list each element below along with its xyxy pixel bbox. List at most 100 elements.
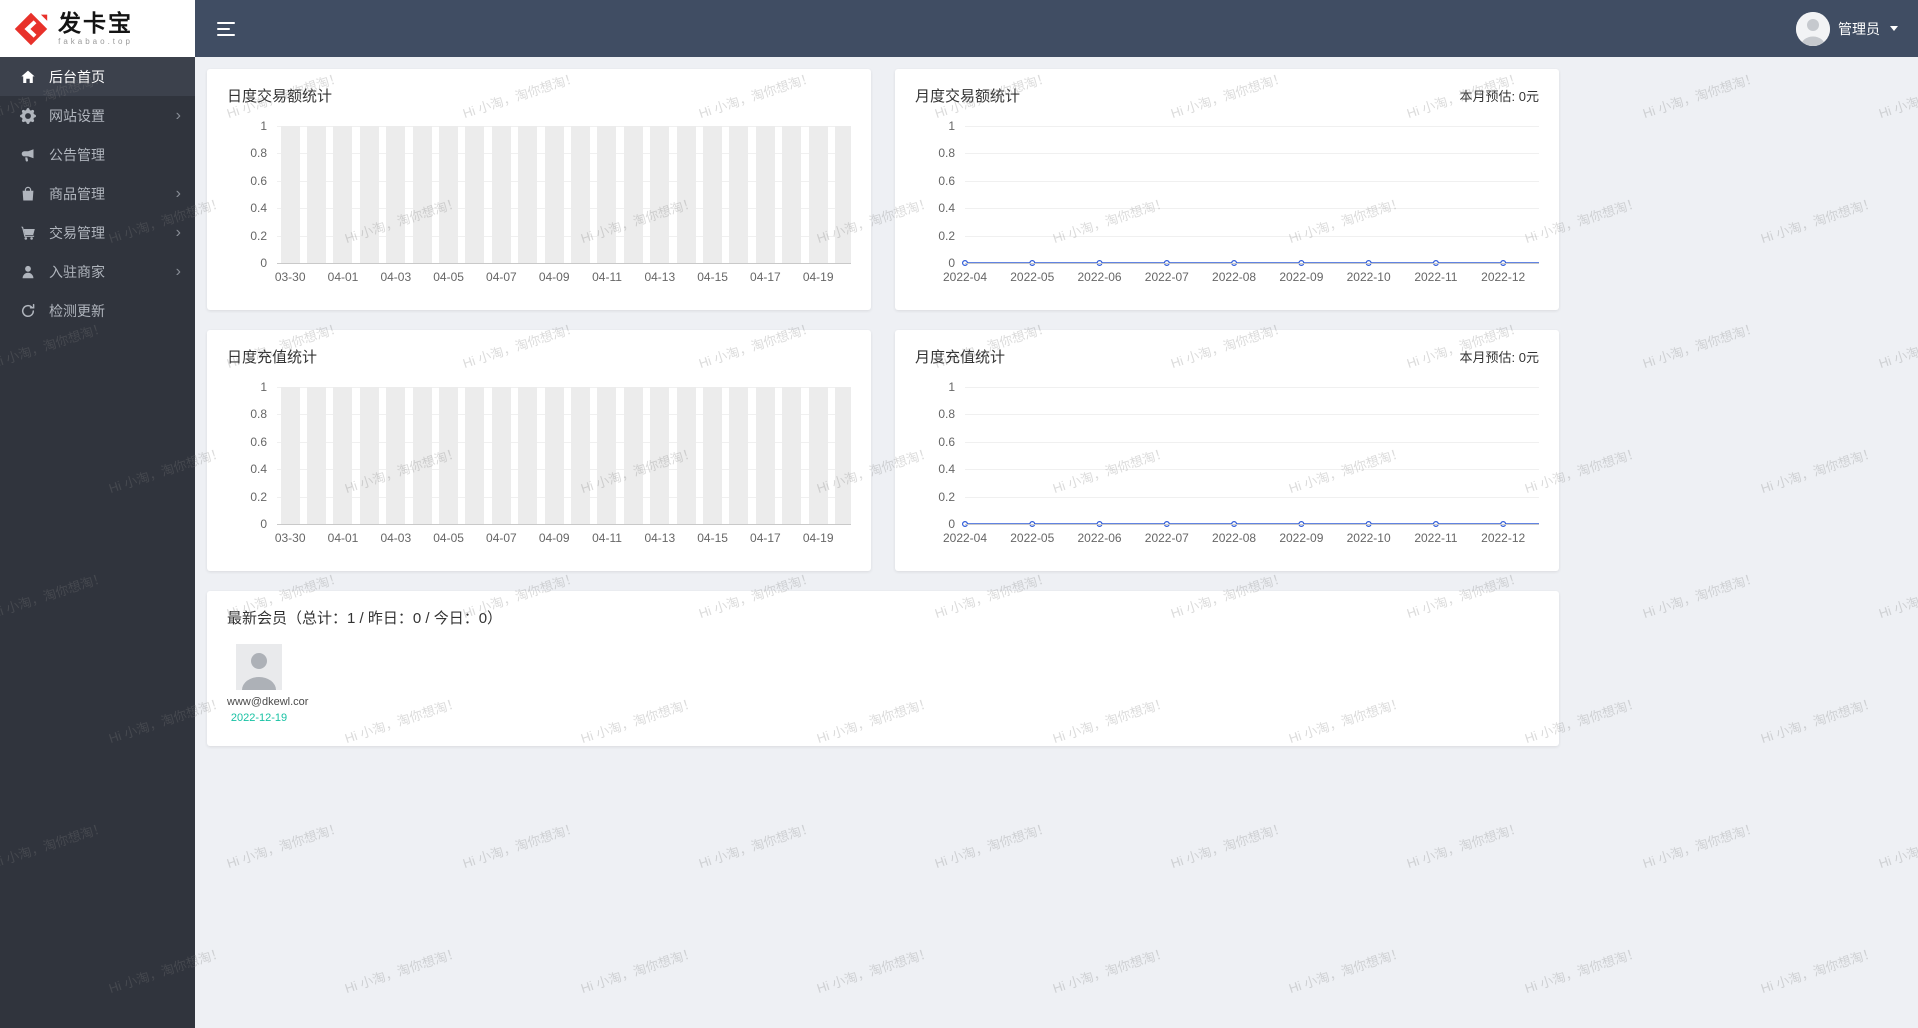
chart-title: 日度交易额统计: [227, 88, 333, 105]
latest-members-card: 最新会员（总计：1 / 昨日：0 / 今日：0） www@dkewl.cor 2…: [207, 591, 1559, 746]
user-menu[interactable]: 管理员: [1796, 11, 1898, 46]
app-logo[interactable]: 发卡宝 fakabao.top: [0, 0, 195, 57]
x-axis-tick-label: 04-01: [327, 531, 359, 545]
bar: [518, 126, 538, 263]
bar: [597, 126, 617, 263]
bar: [280, 126, 300, 263]
sidebar-item-merchant[interactable]: 入驻商家 ›: [0, 252, 195, 291]
sidebar: 发卡宝 fakabao.top 后台首页 网站设置 › 公告管理 商品管理 › 交易管理 › 入…: [0, 0, 195, 1028]
daily-recharge-card: 日度充值统计 0 0.2 0.4 0.6 0.8 1 03-30 04-01 04-03 04-0…: [207, 330, 871, 571]
x-axis-tick-label: 04-05: [433, 531, 464, 545]
member-name: www@dkewl.cor: [227, 696, 309, 708]
bar: [571, 387, 591, 524]
user-avatar: [1796, 11, 1830, 46]
caret-down-icon: [1890, 26, 1898, 31]
y-axis-tick-label: 1: [260, 380, 267, 394]
x-axis-tick-label: 03-30: [274, 270, 306, 284]
x-axis-tick-label: 04-05: [433, 270, 464, 284]
member-join-date[interactable]: 2022-12-19: [227, 712, 291, 724]
sidebar-item-label: 交易管理: [49, 224, 105, 241]
bar: [782, 126, 802, 263]
bar: [755, 126, 775, 263]
y-axis-tick-label: 0.4: [250, 201, 267, 216]
x-axis-tick-label: 04-17: [750, 270, 781, 284]
bar: [703, 126, 723, 263]
sidebar-item-site-settings[interactable]: 网站设置 ›: [0, 96, 195, 135]
x-axis-tick-label: 04-01: [327, 270, 359, 284]
sidebar-nav: 后台首页 网站设置 › 公告管理 商品管理 › 交易管理 › 入驻商家 › 检测更新: [0, 57, 195, 330]
bar: [544, 126, 564, 263]
bar: [835, 387, 851, 524]
logo-subtitle: fakabao.top: [58, 36, 133, 46]
bar: [650, 126, 670, 263]
bar: [782, 387, 802, 524]
chart-title: 月度交易额统计: [915, 88, 1021, 105]
bar: [755, 387, 775, 524]
sidebar-item-label: 公告管理: [49, 146, 105, 163]
x-axis-tick-label: 04-19: [802, 270, 834, 284]
bar: [729, 126, 749, 263]
bar: [386, 126, 406, 263]
x-axis-line: [277, 524, 851, 525]
bar: [359, 387, 379, 524]
chevron-right-icon: ›: [175, 106, 181, 124]
bar: [808, 387, 828, 524]
bar: [491, 387, 511, 524]
sidebar-item-goods[interactable]: 商品管理 ›: [0, 174, 195, 213]
monthly-recharge-card: 月度充值统计 本月预估: 0元 0 0.2 0.4 0.6 0.8 1 2022-04 202…: [895, 330, 1559, 571]
sidebar-item-trade[interactable]: 交易管理 ›: [0, 213, 195, 252]
x-axis-tick-label: 04-09: [538, 531, 570, 545]
logo-title: 发卡宝: [58, 9, 133, 36]
bar: [333, 126, 353, 263]
bar: [307, 126, 327, 263]
bar: [623, 387, 643, 524]
bar: [465, 126, 485, 263]
month-estimate-badge: 本月预估: 0元: [1459, 89, 1539, 104]
refresh-icon: [20, 303, 36, 319]
user-name: 管理员: [1838, 20, 1880, 37]
logo-mark: [14, 12, 48, 45]
chart-title: 月度充值统计: [915, 349, 1006, 366]
monthly-recharge-chart: 0 0.2 0.4 0.6 0.8 1 2022-04 2022-05 2022-06 2022-…: [915, 375, 1539, 550]
bar: [835, 126, 851, 263]
x-axis-tick-label: 04-11: [592, 270, 622, 284]
x-axis-tick-label: 04-03: [380, 270, 412, 284]
bag-icon: [20, 186, 36, 202]
bar: [465, 387, 485, 524]
y-axis-tick-label: 0.8: [250, 146, 267, 161]
chart-title: 日度充值统计: [227, 349, 318, 366]
x-axis-tick-label: 04-11: [592, 531, 622, 545]
bar: [439, 387, 459, 524]
y-axis-tick-label: 0: [260, 517, 267, 531]
sidebar-item-label: 检测更新: [49, 302, 105, 319]
bar: [544, 387, 564, 524]
y-axis-tick-label: 0.6: [250, 173, 267, 188]
x-axis-tick-label: 04-17: [750, 531, 781, 545]
x-axis-tick-label: 04-07: [486, 531, 517, 545]
chevron-right-icon: ›: [175, 223, 181, 241]
x-axis-line: [277, 263, 851, 264]
merchant-icon: [20, 264, 36, 280]
x-axis-tick-label: 04-13: [644, 531, 676, 545]
x-axis-line: [965, 263, 1539, 264]
menu-toggle-icon[interactable]: [217, 21, 235, 36]
bar: [439, 126, 459, 263]
bar: [703, 387, 723, 524]
chevron-right-icon: ›: [175, 184, 181, 202]
topbar: 管理员: [195, 0, 1918, 57]
y-axis-tick-label: 0.2: [250, 489, 267, 504]
sidebar-item-announcement[interactable]: 公告管理: [0, 135, 195, 174]
bar: [518, 387, 538, 524]
bar: [412, 126, 432, 263]
sidebar-item-update-check[interactable]: 检测更新: [0, 291, 195, 330]
sidebar-item-home[interactable]: 后台首页: [0, 57, 195, 96]
chevron-right-icon: ›: [175, 262, 181, 280]
daily-recharge-chart: 0 0.2 0.4 0.6 0.8 1 03-30 04-01 04-03 04-05 04-07 0…: [227, 375, 851, 550]
x-axis-tick-label: 04-09: [538, 270, 570, 284]
y-axis-tick-label: 0.2: [250, 228, 267, 243]
x-axis-tick-label: 04-15: [697, 270, 728, 284]
bar: [491, 126, 511, 263]
member-item[interactable]: www@dkewl.cor 2022-12-19: [227, 644, 309, 724]
daily-transaction-card: 日度交易额统计 0 0.2 0.4 0.6 0.8 1 03-30 04-01 04-03 04-…: [207, 69, 871, 310]
gear-icon: [20, 107, 36, 124]
